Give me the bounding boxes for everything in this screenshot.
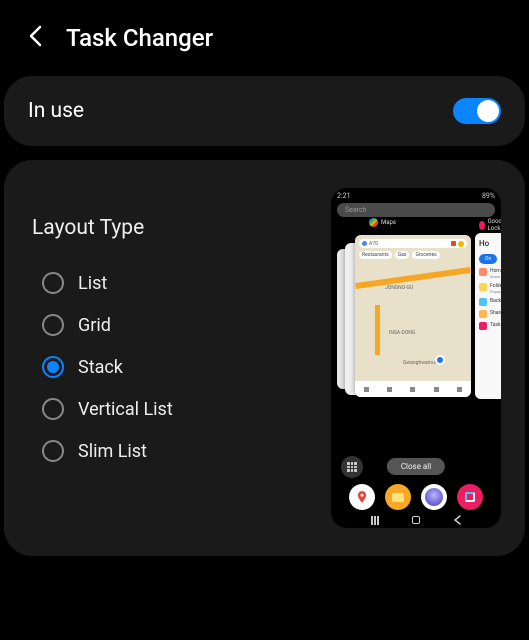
radio-icon (42, 272, 64, 294)
avatar-icon (458, 241, 464, 247)
toggle-thumb (477, 100, 499, 122)
dock-files-icon (385, 484, 411, 510)
radio-icon (42, 398, 64, 420)
layout-option-slim-list[interactable]: Slim List (32, 430, 315, 472)
preview-app-label-maps: Maps (369, 218, 396, 227)
preview-status-bar: 2:21 89% (331, 188, 501, 200)
preview-time: 2:21 (337, 192, 351, 200)
dock-maps-icon (349, 484, 375, 510)
in-use-label: In use (28, 99, 84, 123)
radio-label: Vertical List (78, 399, 173, 420)
preview-app-label-goodlock: Good Lock (479, 218, 501, 232)
maps-icon (369, 218, 378, 227)
gl-on-button: On (479, 254, 497, 264)
preview-nav-bar (331, 515, 501, 525)
radio-icon (42, 314, 64, 336)
apps-button-icon (341, 456, 363, 478)
layout-option-stack[interactable]: Stack (32, 346, 315, 388)
preview-dock (331, 484, 501, 510)
layout-preview: 2:21 89% Search Maps Good Lock A70 (331, 188, 501, 528)
nav-home-icon (412, 516, 420, 524)
in-use-toggle[interactable] (453, 98, 501, 124)
map-area-label: Gwanghwamun (403, 360, 438, 366)
map-chip: Groceries (412, 251, 439, 259)
preview-card-maps: A70 Restaurants Gas Groceries JONGNO-GU … (355, 235, 471, 397)
map-search-text: A70 (369, 241, 449, 247)
map-area-label: INSA-DONG (389, 330, 415, 336)
layout-type-heading: Layout Type (32, 216, 315, 240)
nav-back-icon (453, 515, 461, 525)
in-use-row[interactable]: In use (28, 98, 501, 124)
map-chip: Gas (395, 251, 410, 259)
map-area-label: JONGNO-GU (385, 285, 413, 291)
radio-icon (42, 440, 64, 462)
radio-icon-selected (42, 356, 64, 378)
layout-option-grid[interactable]: Grid (32, 304, 315, 346)
radio-label: Stack (78, 357, 123, 378)
gl-title: Ho (479, 239, 501, 248)
maps-pin-icon (362, 241, 367, 246)
layout-option-vertical-list[interactable]: Vertical List (32, 388, 315, 430)
radio-label: Grid (78, 315, 111, 336)
location-pin-icon (435, 355, 445, 365)
preview-search-bar: Search (337, 203, 495, 217)
preview-stack: Maps Good Lock A70 Restaurants (331, 223, 501, 395)
nav-recents-icon (371, 516, 379, 525)
dock-browser-icon (421, 484, 447, 510)
mic-icon (451, 241, 456, 246)
page-title: Task Changer (66, 24, 213, 52)
layout-option-list[interactable]: List (32, 262, 315, 304)
radio-label: List (78, 273, 107, 294)
close-all-button: Close all (387, 458, 445, 475)
goodlock-icon (479, 221, 485, 230)
radio-label: Slim List (78, 441, 147, 462)
back-icon[interactable] (28, 25, 42, 51)
map-chip: Restaurants (359, 251, 392, 259)
dock-goodlock-icon (457, 484, 483, 510)
preview-battery: 89% (482, 192, 495, 200)
preview-card-goodlock: Ho On Home screenShare recently FolderPo… (475, 233, 501, 399)
